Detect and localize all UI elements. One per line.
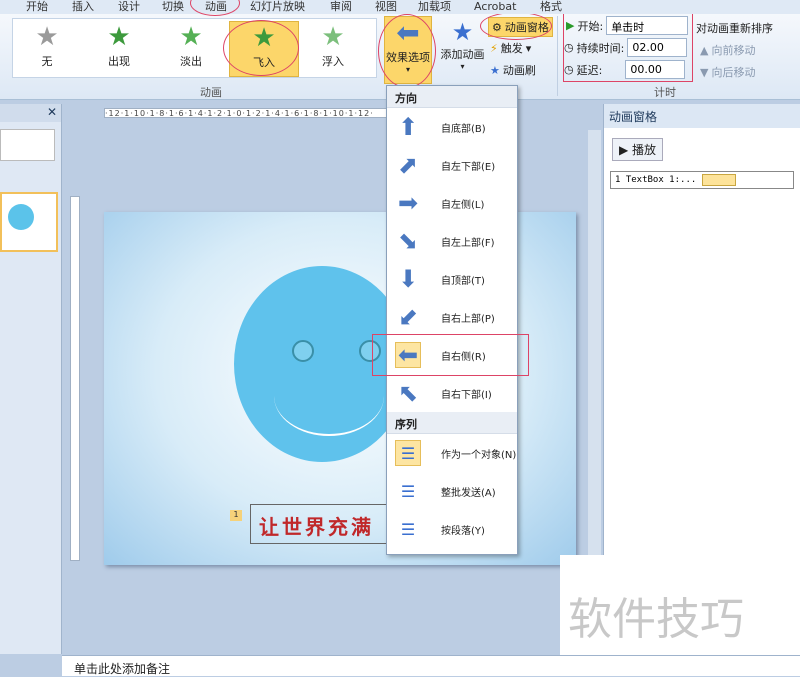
gallery-item-none[interactable]: ★ 无: [17, 21, 77, 77]
gallery-item-fade[interactable]: ★ 淡出: [161, 21, 221, 77]
notes-field[interactable]: 单击此处添加备注: [62, 655, 800, 676]
menu-item-direction[interactable]: ⬆ 自底部(B): [387, 108, 517, 146]
gallery-item-appear[interactable]: ★ 出现: [89, 21, 149, 77]
star-icon: ★: [35, 22, 59, 52]
tab-transitions[interactable]: 切换: [162, 0, 184, 13]
vertical-scrollbar[interactable]: [588, 130, 601, 555]
animation-gallery: ★ 无 ★ 出现 ★ 淡出 ★ 飞入 ★ 浮入: [12, 18, 377, 78]
tab-design[interactable]: 设计: [118, 0, 140, 13]
menu-item-label: 自顶部(T): [441, 275, 485, 287]
tab-format[interactable]: 格式: [540, 0, 562, 13]
slide-thumbnail-1[interactable]: [0, 129, 55, 161]
star-icon: ★: [321, 22, 345, 52]
menu-header-direction: 方向: [387, 86, 517, 108]
menu-item-direction[interactable]: ⬈ 自左下部(E): [387, 146, 517, 184]
ribbon-tabs: 开始 插入 设计 切换 动画 幻灯片放映 审阅 视图 加载项 Acrobat 格…: [0, 0, 800, 14]
pane-title: 动画窗格: [604, 104, 800, 128]
star-icon: ★: [179, 22, 203, 52]
direction-arrow-icon: ⬊: [397, 227, 419, 255]
menu-item-direction[interactable]: ⬋ 自右上部(P): [387, 298, 517, 336]
trigger-button[interactable]: ⚡ 触发 ▾: [490, 40, 531, 56]
list-icon: ☰: [395, 440, 421, 466]
star-icon: ★: [107, 22, 131, 52]
menu-item-direction[interactable]: ➡ 自左侧(L): [387, 184, 517, 222]
tab-addins[interactable]: 加载项: [418, 0, 451, 13]
direction-arrow-icon: ⬈: [397, 151, 419, 179]
menu-item-label: 自右下部(I): [441, 389, 492, 401]
play-button[interactable]: ▶ 播放: [612, 138, 664, 161]
menu-item-label: 自底部(B): [441, 123, 486, 135]
direction-arrow-icon: ⬉: [397, 379, 419, 407]
direction-arrow-icon: ⬇: [397, 265, 419, 293]
list-icon: ☰: [400, 519, 416, 539]
divider: [557, 16, 558, 96]
effect-options-menu: 方向 ⬆ 自底部(B) ⬈ 自左下部(E) ➡ 自左侧(L) ⬊ 自左上部(F) ⬇ 自顶部(T)…: [386, 85, 518, 555]
tab-slideshow[interactable]: 幻灯片放映: [250, 0, 305, 13]
animation-badge: 1: [230, 510, 242, 521]
highlight-oval: [378, 14, 436, 88]
highlight-rect: [372, 334, 529, 376]
watermark: 软件技巧: [560, 555, 800, 655]
highlight-oval: [480, 12, 552, 40]
highlight-oval: [223, 20, 299, 76]
menu-item-label: 自左下部(E): [441, 161, 496, 173]
menu-item-direction[interactable]: ⬇ 自顶部(T): [387, 260, 517, 298]
slide-thumbnail-2[interactable]: [0, 192, 58, 252]
list-icon: ☰: [400, 481, 416, 501]
direction-arrow-icon: ➡: [397, 189, 419, 217]
reorder-label: 对动画重新排序: [696, 22, 773, 35]
animation-list-item[interactable]: 1 TextBox 1:...: [610, 171, 794, 189]
move-later-button[interactable]: ▼ 向后移动: [700, 64, 755, 80]
menu-item-direction[interactable]: ⬉ 自右下部(I): [387, 374, 517, 412]
menu-item-direction[interactable]: ⬊ 自左上部(F): [387, 222, 517, 260]
menu-item-as-one-object[interactable]: ☰ 作为一个对象(N): [387, 434, 517, 472]
timeline-bar: [702, 174, 737, 186]
slide-textbox[interactable]: 让世界充满: [250, 504, 400, 544]
menu-item-by-paragraph[interactable]: ☰ 按段落(Y): [387, 510, 517, 548]
highlight-rect: [563, 13, 693, 82]
menu-item-label: 自左上部(F): [441, 237, 495, 249]
slides-panel: ✕: [0, 104, 62, 654]
group-label-animation: 动画: [200, 86, 222, 99]
star-plus-icon: ★: [451, 18, 474, 46]
menu-header-sequence: 序列: [387, 412, 517, 434]
direction-arrow-icon: ⬆: [397, 113, 419, 141]
close-icon[interactable]: ✕: [47, 105, 57, 119]
vertical-ruler: [70, 196, 80, 561]
animation-pane: 动画窗格 ▶ 播放 1 TextBox 1:...: [603, 104, 800, 556]
tab-insert[interactable]: 插入: [72, 0, 94, 13]
lightning-icon: ⚡: [490, 41, 498, 55]
tab-view[interactable]: 视图: [375, 0, 397, 13]
menu-item-label: 自右上部(P): [441, 313, 495, 325]
menu-item-all-at-once[interactable]: ☰ 整批发送(A): [387, 472, 517, 510]
menu-item-label: 自左侧(L): [441, 199, 485, 211]
animation-painter-button[interactable]: ★ 动画刷: [490, 62, 536, 78]
tab-home[interactable]: 开始: [26, 0, 48, 13]
tab-review[interactable]: 审阅: [330, 0, 352, 13]
tab-acrobat[interactable]: Acrobat: [474, 0, 516, 13]
group-label-timing: 计时: [654, 86, 676, 99]
brush-star-icon: ★: [490, 63, 500, 77]
add-animation-button[interactable]: ★ 添加动画 ▾: [440, 18, 485, 71]
move-earlier-button[interactable]: ▲ 向前移动: [700, 42, 755, 58]
gallery-item-float-in[interactable]: ★ 浮入: [303, 21, 363, 77]
direction-arrow-icon: ⬋: [397, 303, 419, 331]
